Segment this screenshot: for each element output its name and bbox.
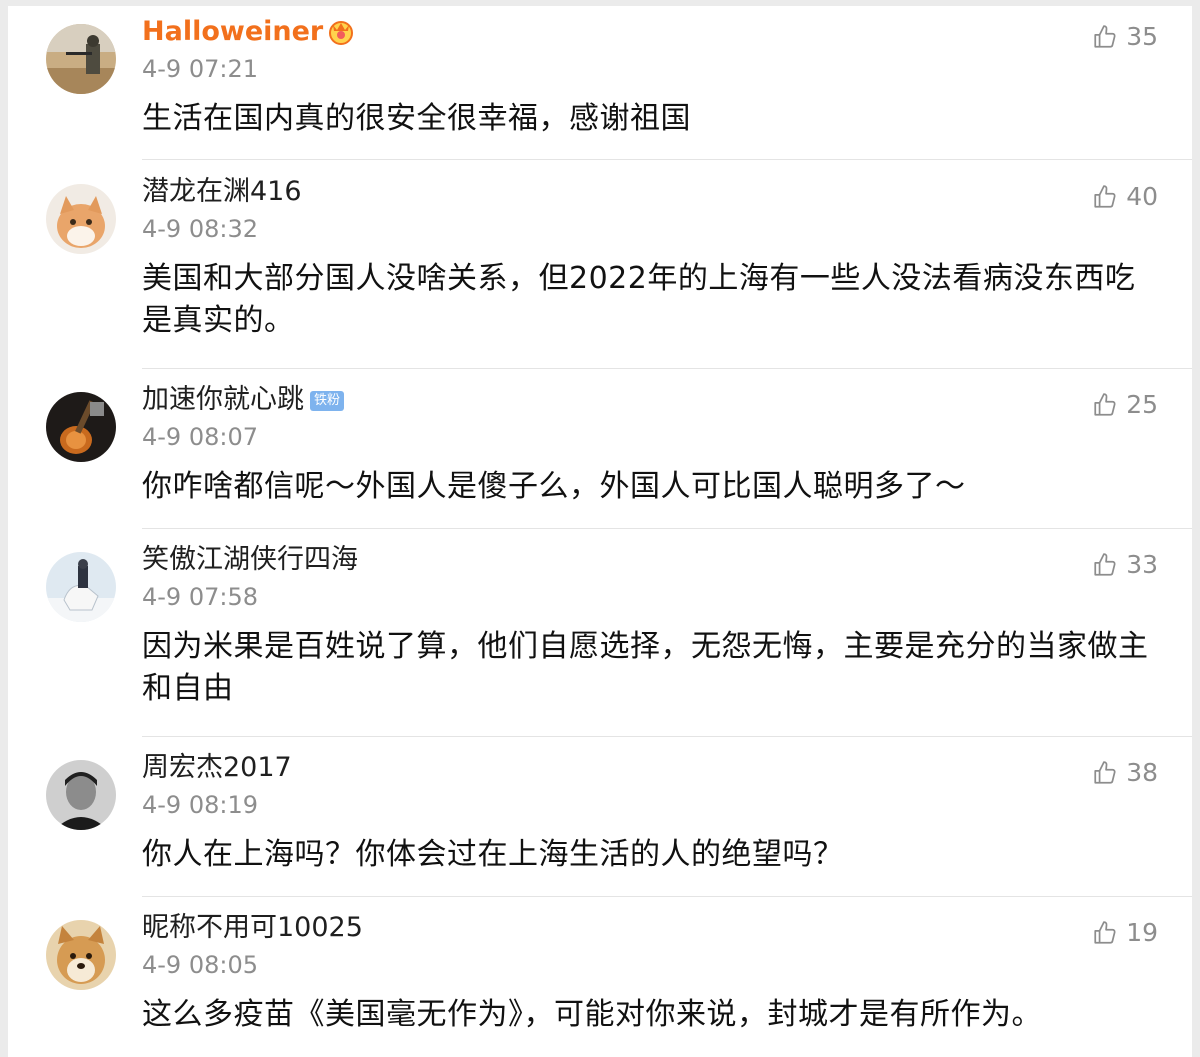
like-button[interactable]: 19 bbox=[1092, 918, 1158, 947]
comment-time: 4-9 08:07 bbox=[142, 423, 258, 451]
comment-item: 潜龙在渊416 4-9 08:32 美国和大部分国人没啥关系，但2022年的上海… bbox=[8, 166, 1192, 372]
thumbs-up-icon bbox=[1094, 184, 1116, 208]
divider bbox=[142, 896, 1192, 897]
comment-text: 这么多疫苗《美国毫无作为》，可能对你来说，封城才是有所作为。 bbox=[142, 997, 1042, 1032]
comment-item: 加速你就心跳 铁粉 4-9 08:07 你咋啥都信呢～外国人是傻子么，外国人可比… bbox=[8, 374, 1192, 532]
comment-time: 4-9 08:19 bbox=[142, 791, 258, 819]
username[interactable]: 昵称不用可10025 bbox=[142, 910, 363, 946]
username[interactable]: 周宏杰2017 bbox=[142, 750, 292, 786]
comment-list: Halloweiner 4-9 07:21 生活在国内真的很安全很幸福，感谢祖国… bbox=[8, 6, 1192, 1057]
username[interactable]: 笑傲江湖侠行四海 bbox=[142, 542, 358, 578]
comment-text: 美国和大部分国人没啥关系，但2022年的上海有一些人没法看病没东西吃是真实的。 bbox=[142, 261, 1136, 338]
like-count: 19 bbox=[1126, 918, 1158, 947]
avatar[interactable] bbox=[46, 24, 116, 94]
comment-text: 你人在上海吗？你体会过在上海生活的人的绝望吗？ bbox=[142, 837, 844, 872]
like-count: 38 bbox=[1126, 758, 1158, 787]
divider bbox=[142, 159, 1192, 160]
comment-item: 周宏杰2017 4-9 08:19 你人在上海吗？你体会过在上海生活的人的绝望吗… bbox=[8, 742, 1192, 900]
comment-text: 你咋啥都信呢～外国人是傻子么，外国人可比国人聪明多了～ bbox=[142, 469, 966, 504]
like-count: 25 bbox=[1126, 390, 1158, 419]
username[interactable]: Halloweiner bbox=[142, 14, 355, 50]
avatar[interactable] bbox=[46, 920, 116, 990]
comment-item: 笑傲江湖侠行四海 4-9 07:58 因为米果是百姓说了算，他们自愿选择，无怨无… bbox=[8, 534, 1192, 740]
like-button[interactable]: 38 bbox=[1092, 758, 1158, 787]
divider bbox=[142, 736, 1192, 737]
divider bbox=[142, 528, 1192, 529]
comment-time: 4-9 08:05 bbox=[142, 951, 258, 979]
like-button[interactable]: 40 bbox=[1092, 182, 1158, 211]
avatar[interactable] bbox=[46, 552, 116, 622]
avatar[interactable] bbox=[46, 184, 116, 254]
comment-item: 昵称不用可10025 4-9 08:05 这么多疫苗《美国毫无作为》，可能对你来… bbox=[8, 902, 1192, 1057]
thumbs-up-icon bbox=[1094, 920, 1116, 944]
like-count: 33 bbox=[1126, 550, 1158, 579]
avatar[interactable] bbox=[46, 760, 116, 830]
avatar[interactable] bbox=[46, 392, 116, 462]
like-button[interactable]: 33 bbox=[1092, 550, 1158, 579]
comment-text: 因为米果是百姓说了算，他们自愿选择，无怨无悔，主要是充分的当家做主和自由 bbox=[142, 629, 1149, 706]
comment-text: 生活在国内真的很安全很幸福，感谢祖国 bbox=[142, 101, 691, 136]
username[interactable]: 潜龙在渊416 bbox=[142, 174, 302, 210]
fan-badge: 铁粉 bbox=[310, 391, 345, 411]
comment-time: 4-9 08:32 bbox=[142, 215, 258, 243]
like-count: 35 bbox=[1126, 22, 1158, 51]
thumbs-up-icon bbox=[1094, 760, 1116, 784]
thumbs-up-icon bbox=[1094, 392, 1116, 416]
comment-time: 4-9 07:21 bbox=[142, 55, 258, 83]
like-button[interactable]: 25 bbox=[1092, 390, 1158, 419]
thumbs-up-icon bbox=[1094, 24, 1116, 48]
comment-item: Halloweiner 4-9 07:21 生活在国内真的很安全很幸福，感谢祖国… bbox=[8, 6, 1192, 160]
comment-time: 4-9 07:58 bbox=[142, 583, 258, 611]
thumbs-up-icon bbox=[1094, 552, 1116, 576]
like-count: 40 bbox=[1126, 182, 1158, 211]
vip-crown-icon bbox=[329, 21, 354, 45]
username[interactable]: 加速你就心跳 铁粉 bbox=[142, 382, 345, 418]
divider bbox=[142, 368, 1192, 369]
username-text[interactable]: Halloweiner bbox=[142, 14, 323, 50]
username-text[interactable]: 加速你就心跳 bbox=[142, 382, 304, 418]
like-button[interactable]: 35 bbox=[1092, 22, 1158, 51]
